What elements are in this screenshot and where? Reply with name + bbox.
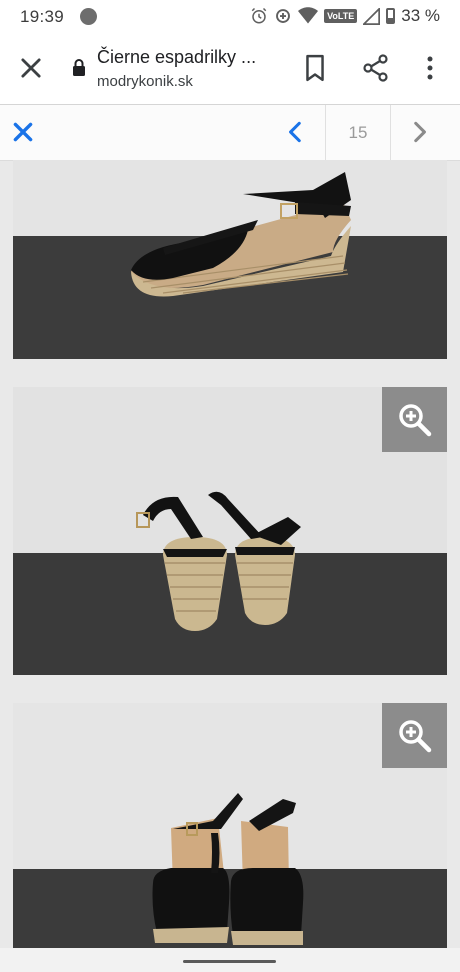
zoom-in-icon: [399, 404, 432, 437]
app-notification-icon: [80, 8, 97, 25]
page-title: Čierne espadrilky ...: [97, 47, 257, 67]
alarm-icon: [251, 7, 267, 24]
battery-level: 33 %: [401, 6, 440, 25]
battery-icon: [386, 8, 396, 24]
status-icons: VoLTE 33 %: [250, 6, 440, 26]
chevron-right-icon[interactable]: [406, 119, 432, 145]
status-bar: 19:39 VoLTE 33 %: [0, 0, 460, 34]
lock-icon: [73, 59, 85, 76]
status-time: 19:39: [20, 7, 65, 26]
page-url: modrykonik.sk: [97, 73, 193, 90]
gallery-photo[interactable]: [13, 703, 447, 948]
browser-toolbar: Čierne espadrilky ... modrykonik.sk: [0, 34, 460, 105]
close-icon[interactable]: [17, 54, 45, 82]
volte-badge: VoLTE: [324, 9, 358, 23]
share-icon[interactable]: [362, 54, 390, 82]
shoe-side-view-image: [13, 160, 447, 359]
signal-icon: [363, 7, 381, 25]
close-gallery-icon[interactable]: [10, 119, 36, 145]
image-counter: 15: [348, 123, 368, 142]
zoom-button[interactable]: [382, 703, 447, 768]
gallery-photo[interactable]: [13, 387, 447, 675]
gallery-header: 15: [0, 105, 460, 161]
bookmark-icon[interactable]: [302, 54, 328, 82]
divider: [390, 105, 391, 160]
chevron-left-icon[interactable]: [283, 119, 309, 145]
gesture-handle[interactable]: [183, 960, 276, 963]
gallery-photo[interactable]: [13, 160, 447, 359]
more-vert-icon[interactable]: [420, 54, 440, 82]
system-navigation-bar: [0, 948, 460, 972]
zoom-in-icon: [399, 720, 432, 753]
wifi-icon: [298, 7, 319, 24]
zoom-button[interactable]: [382, 387, 447, 452]
data-saver-icon: [276, 9, 291, 23]
